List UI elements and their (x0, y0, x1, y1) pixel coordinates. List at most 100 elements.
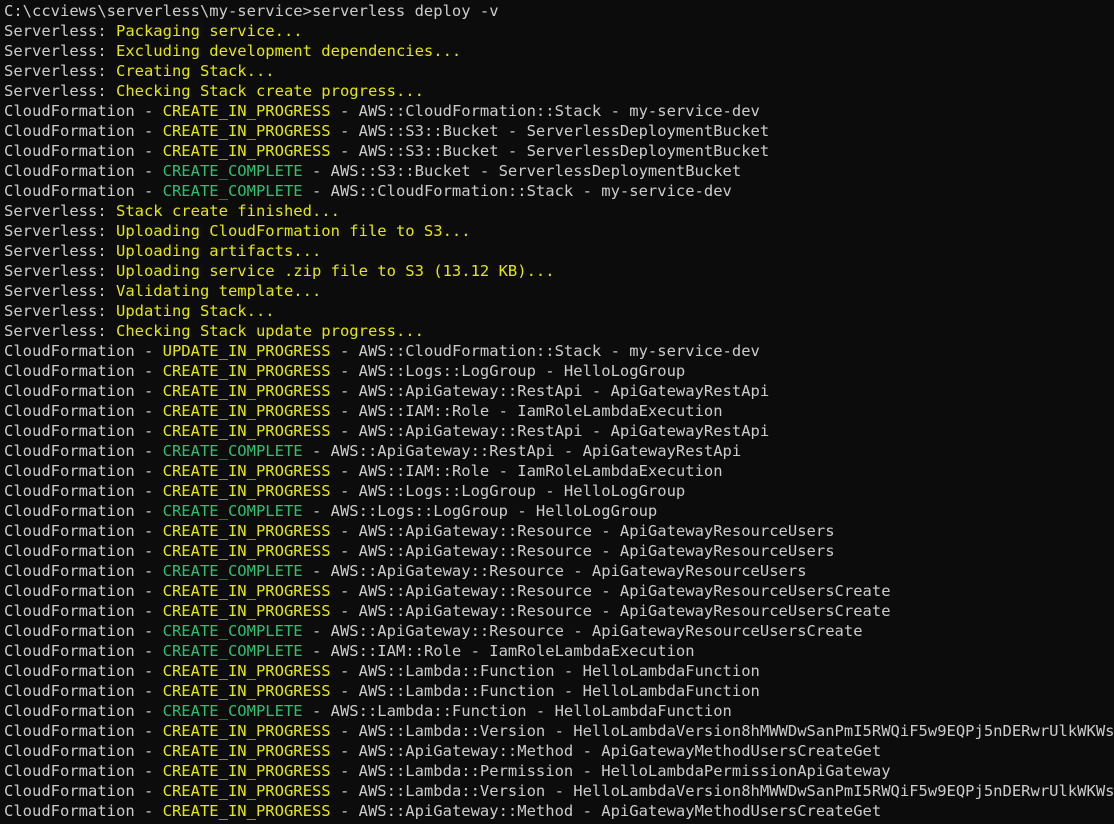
terminal-text-segment: - AWS::S3::Bucket - ServerlessDeployment… (330, 122, 770, 140)
terminal-text-segment: CloudFormation - (4, 462, 163, 480)
terminal-text-segment: - AWS::S3::Bucket - ServerlessDeployment… (302, 162, 742, 180)
terminal-text-segment: CloudFormation - (4, 702, 163, 720)
terminal-text-segment: Uploading artifacts... (115, 242, 322, 260)
terminal-line: Serverless: Packaging service... (4, 21, 1114, 41)
terminal-text-segment: CloudFormation - (4, 422, 163, 440)
terminal-text-segment: Checking Stack create progress... (115, 82, 424, 100)
terminal-text-segment: - AWS::Logs::LogGroup - HelloLogGroup (330, 482, 686, 500)
terminal-text-segment: CREATE_IN_PROGRESS (162, 382, 331, 400)
terminal-line: Serverless: Checking Stack create progre… (4, 81, 1114, 101)
terminal-line: CloudFormation - CREATE_IN_PROGRESS - AW… (4, 381, 1114, 401)
terminal-text-segment: - AWS::ApiGateway::Resource - ApiGateway… (330, 522, 835, 540)
terminal-text-segment: - AWS::CloudFormation::Stack - my-servic… (330, 342, 760, 360)
terminal-text-segment: CloudFormation - (4, 102, 163, 120)
terminal-line: CloudFormation - CREATE_COMPLETE - AWS::… (4, 441, 1114, 461)
terminal-text-segment: - AWS::S3::Bucket - ServerlessDeployment… (330, 142, 770, 160)
terminal-text-segment: - AWS::Lambda::Permission - HelloLambdaP… (330, 762, 891, 780)
terminal-text-segment: Uploading service .zip file to S3 (13.12… (115, 262, 555, 280)
terminal-line: CloudFormation - CREATE_COMPLETE - AWS::… (4, 621, 1114, 641)
terminal-line: CloudFormation - CREATE_IN_PROGRESS - AW… (4, 401, 1114, 421)
terminal-text-segment: CloudFormation - (4, 762, 163, 780)
terminal-text-segment: Serverless: (4, 262, 116, 280)
terminal-text-segment: CloudFormation - (4, 742, 163, 760)
terminal-text-segment: CREATE_IN_PROGRESS (162, 742, 331, 760)
terminal-line: CloudFormation - CREATE_COMPLETE - AWS::… (4, 701, 1114, 721)
terminal-text-segment: CloudFormation - (4, 542, 163, 560)
terminal-text-segment: CloudFormation - (4, 602, 163, 620)
terminal-text-segment: CloudFormation - (4, 142, 163, 160)
terminal-text-segment: - AWS::ApiGateway::Resource - ApiGateway… (330, 542, 835, 560)
terminal-text-segment: CREATE_IN_PROGRESS (162, 722, 331, 740)
terminal-text-segment: CREATE_IN_PROGRESS (162, 102, 331, 120)
terminal-line: CloudFormation - CREATE_IN_PROGRESS - AW… (4, 521, 1114, 541)
terminal-text-segment: CREATE_IN_PROGRESS (162, 142, 331, 160)
terminal-text-segment: CloudFormation - (4, 662, 163, 680)
terminal-text-segment: CREATE_IN_PROGRESS (162, 122, 331, 140)
terminal-text-segment: CREATE_IN_PROGRESS (162, 402, 331, 420)
terminal-line: CloudFormation - CREATE_IN_PROGRESS - AW… (4, 101, 1114, 121)
terminal-text-segment: Serverless: (4, 62, 116, 80)
terminal-line: CloudFormation - CREATE_IN_PROGRESS - AW… (4, 761, 1114, 781)
terminal-line: CloudFormation - CREATE_COMPLETE - AWS::… (4, 641, 1114, 661)
terminal-line: CloudFormation - CREATE_IN_PROGRESS - AW… (4, 121, 1114, 141)
terminal-text-segment: CREATE_COMPLETE (162, 562, 303, 580)
terminal-text-segment: CloudFormation - (4, 382, 163, 400)
terminal-text-segment: CloudFormation - (4, 162, 163, 180)
terminal-line: Serverless: Uploading service .zip file … (4, 261, 1114, 281)
terminal-text-segment: CloudFormation - (4, 782, 163, 800)
terminal-line: CloudFormation - CREATE_COMPLETE - AWS::… (4, 561, 1114, 581)
terminal-text-segment: Serverless: (4, 22, 116, 40)
terminal-text-segment: CREATE_IN_PROGRESS (162, 662, 331, 680)
terminal-text-segment: - AWS::Lambda::Version - HelloLambdaVers… (330, 722, 1114, 740)
terminal-line: Serverless: Updating Stack... (4, 301, 1114, 321)
terminal-text-segment: Serverless: (4, 202, 116, 220)
terminal-text-segment: CREATE_COMPLETE (162, 642, 303, 660)
terminal-text-segment: - AWS::ApiGateway::Resource - ApiGateway… (302, 562, 807, 580)
terminal-text-segment: Serverless: (4, 282, 116, 300)
terminal-text-segment: - AWS::Lambda::Function - HelloLambdaFun… (330, 682, 760, 700)
terminal-line: CloudFormation - CREATE_IN_PROGRESS - AW… (4, 481, 1114, 501)
terminal-line: CloudFormation - CREATE_COMPLETE - AWS::… (4, 161, 1114, 181)
terminal-text-segment: CREATE_IN_PROGRESS (162, 782, 331, 800)
terminal-text-segment: CloudFormation - (4, 622, 163, 640)
terminal-text-segment: Validating template... (115, 282, 322, 300)
terminal-line: CloudFormation - CREATE_IN_PROGRESS - AW… (4, 141, 1114, 161)
terminal-text-segment: - AWS::ApiGateway::RestApi - ApiGatewayR… (330, 422, 770, 440)
terminal-line: CloudFormation - CREATE_IN_PROGRESS - AW… (4, 721, 1114, 741)
terminal-line: CloudFormation - CREATE_IN_PROGRESS - AW… (4, 541, 1114, 561)
terminal-text-segment: - AWS::Lambda::Function - HelloLambdaFun… (330, 662, 760, 680)
terminal-text-segment: Serverless: (4, 322, 116, 340)
terminal-text-segment: CloudFormation - (4, 802, 163, 820)
terminal-text-segment: Serverless: (4, 42, 116, 60)
terminal-line: CloudFormation - CREATE_IN_PROGRESS - AW… (4, 801, 1114, 821)
terminal-text-segment: CREATE_IN_PROGRESS (162, 682, 331, 700)
terminal-text-segment: - AWS::Logs::LogGroup - HelloLogGroup (330, 362, 686, 380)
terminal-text-segment: CloudFormation - (4, 182, 163, 200)
terminal-text-segment: - AWS::ApiGateway::Method - ApiGatewayMe… (330, 802, 882, 820)
terminal-line: CloudFormation - CREATE_IN_PROGRESS - AW… (4, 421, 1114, 441)
terminal-text-segment: - AWS::CloudFormation::Stack - my-servic… (302, 182, 732, 200)
terminal-text-segment: CREATE_IN_PROGRESS (162, 422, 331, 440)
terminal-text-segment: CREATE_IN_PROGRESS (162, 462, 331, 480)
terminal-text-segment: CloudFormation - (4, 582, 163, 600)
terminal-text-segment: Stack create finished... (115, 202, 340, 220)
terminal-text-segment: CloudFormation - (4, 342, 163, 360)
terminal-line: C:\ccviews\serverless\my-service>serverl… (4, 1, 1114, 21)
terminal-text-segment: CloudFormation - (4, 562, 163, 580)
terminal-text-segment: Creating Stack... (115, 62, 275, 80)
terminal-output[interactable]: C:\ccviews\serverless\my-service>serverl… (0, 0, 1114, 824)
terminal-text-segment: Excluding development dependencies... (115, 42, 462, 60)
terminal-text-segment: Serverless: (4, 302, 116, 320)
terminal-text-segment: - AWS::CloudFormation::Stack - my-servic… (330, 102, 760, 120)
terminal-text-segment: - AWS::IAM::Role - IamRoleLambdaExecutio… (330, 402, 723, 420)
terminal-text-segment: CREATE_COMPLETE (162, 442, 303, 460)
terminal-line: CloudFormation - CREATE_COMPLETE - AWS::… (4, 181, 1114, 201)
terminal-text-segment: CloudFormation - (4, 522, 163, 540)
terminal-text-segment: Serverless: (4, 242, 116, 260)
terminal-text-segment: CREATE_IN_PROGRESS (162, 802, 331, 820)
terminal-text-segment: - AWS::ApiGateway::Resource - ApiGateway… (330, 582, 891, 600)
terminal-line: Serverless: Uploading artifacts... (4, 241, 1114, 261)
terminal-line: Serverless: Creating Stack... (4, 61, 1114, 81)
terminal-line: Serverless: Checking Stack update progre… (4, 321, 1114, 341)
terminal-text-segment: Packaging service... (115, 22, 303, 40)
